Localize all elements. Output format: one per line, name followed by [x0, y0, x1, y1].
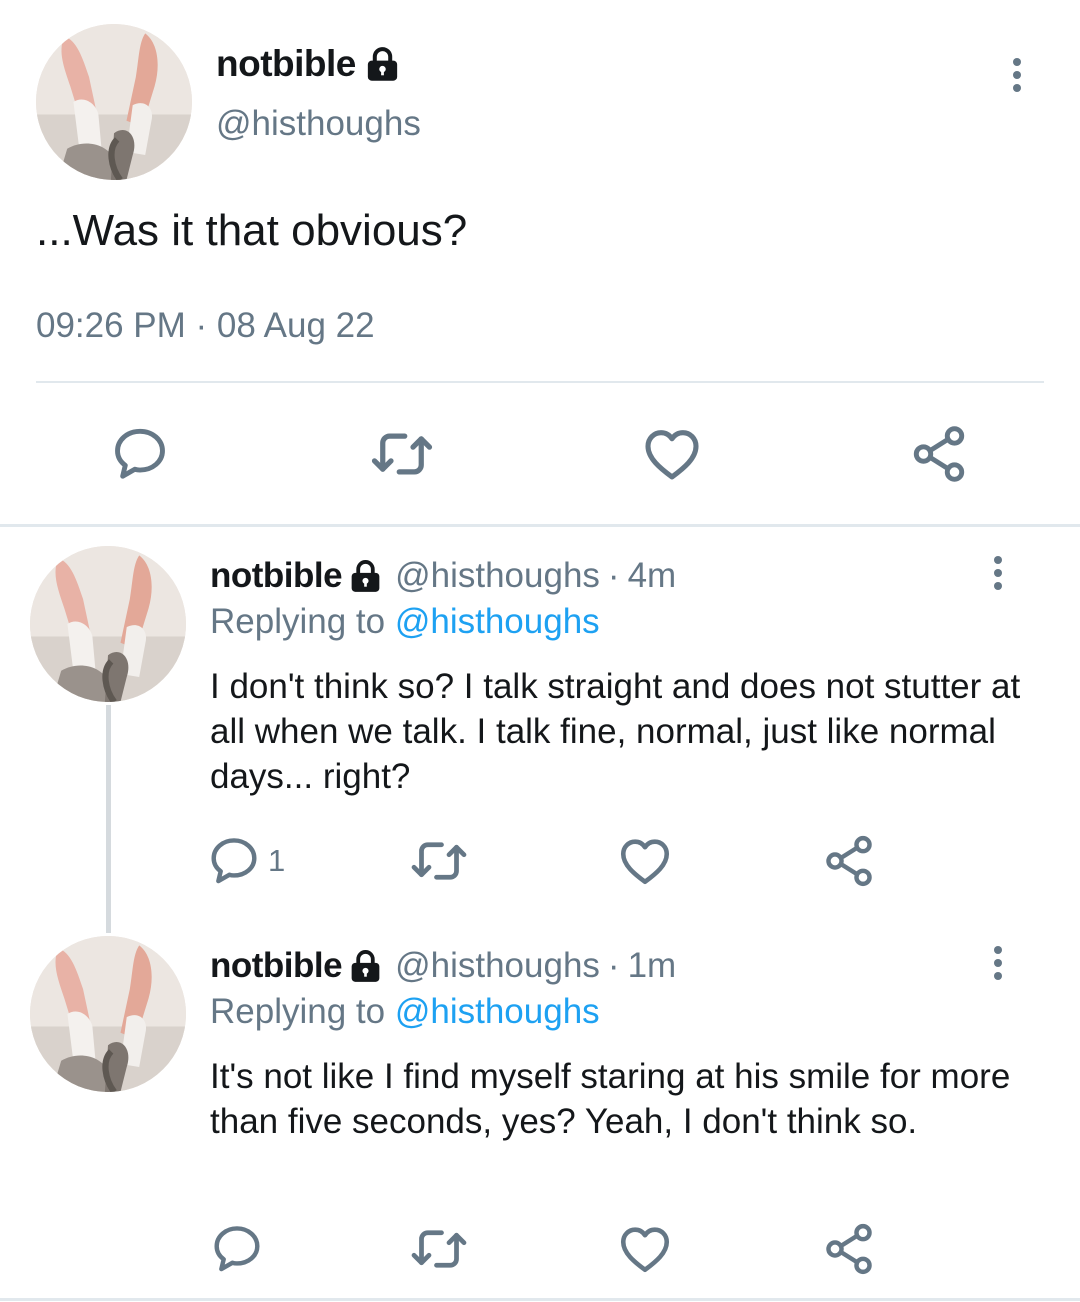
share-icon — [821, 833, 877, 889]
like-icon — [616, 832, 674, 890]
display-name[interactable]: notbible — [210, 556, 343, 596]
reply-age: 4m — [627, 556, 677, 595]
author-handle[interactable]: @histhoughs — [395, 556, 600, 596]
reply-icon — [206, 833, 262, 889]
section-divider — [0, 524, 1080, 527]
share-button[interactable] — [818, 830, 880, 892]
like-icon — [640, 422, 704, 486]
reply-header: notbible @histhoughs · 4m — [210, 553, 676, 599]
reply-button[interactable] — [206, 1218, 268, 1280]
reply-icon — [209, 1221, 265, 1277]
avatar-image — [36, 24, 192, 180]
more-options-icon[interactable] — [992, 946, 1004, 980]
replying-to: Replying to @histhoughs — [210, 602, 600, 642]
replying-to-handle[interactable]: @histhoughs — [395, 602, 600, 641]
display-name[interactable]: notbible — [216, 43, 356, 85]
thread-line — [106, 705, 111, 933]
like-button[interactable] — [614, 1218, 676, 1280]
replying-to-label: Replying to — [210, 992, 386, 1031]
like-button[interactable] — [614, 830, 676, 892]
author-name-row: notbible — [216, 42, 401, 86]
lock-icon — [364, 46, 401, 83]
separator: · — [607, 946, 620, 985]
reply-button[interactable] — [104, 418, 176, 490]
replying-to: Replying to @histhoughs — [210, 992, 600, 1032]
avatar-image — [30, 546, 186, 702]
retweet-button[interactable] — [366, 418, 438, 490]
reply-count: 1 — [268, 843, 286, 878]
replying-to-handle[interactable]: @histhoughs — [395, 992, 600, 1031]
reply-age: 1m — [627, 946, 677, 985]
share-icon — [821, 1221, 877, 1277]
tweet-text: ...Was it that obvious? — [36, 206, 468, 255]
avatar-image — [30, 936, 186, 1092]
avatar[interactable] — [36, 24, 192, 180]
author-handle[interactable]: @histhoughs — [395, 946, 600, 986]
replying-to-label: Replying to — [210, 602, 386, 641]
retweet-icon — [409, 831, 469, 891]
reply-button[interactable]: 1 — [206, 830, 285, 892]
tweet-timestamp: 09:26 PM · 08 Aug 22 — [36, 306, 375, 345]
avatar[interactable] — [30, 546, 186, 702]
more-options-icon[interactable] — [992, 556, 1004, 590]
bottom-divider — [0, 1298, 1080, 1301]
retweet-icon — [369, 421, 435, 487]
divider — [36, 381, 1044, 383]
display-name[interactable]: notbible — [210, 946, 343, 986]
like-icon — [616, 1220, 674, 1278]
reply-text: I don't think so? I talk straight and do… — [210, 667, 1021, 796]
retweet-button[interactable] — [408, 830, 470, 892]
author-handle[interactable]: @histhoughs — [216, 104, 421, 144]
share-button[interactable] — [903, 418, 975, 490]
reply-text: It's not like I find myself staring at h… — [210, 1057, 1011, 1141]
lock-icon — [348, 949, 383, 984]
more-options-icon[interactable] — [1011, 58, 1023, 92]
reply-icon — [109, 423, 171, 485]
reply-header: notbible @histhoughs · 1m — [210, 943, 676, 989]
like-button[interactable] — [636, 418, 708, 490]
share-icon — [908, 423, 970, 485]
retweet-button[interactable] — [408, 1218, 470, 1280]
share-button[interactable] — [818, 1218, 880, 1280]
separator: · — [607, 556, 620, 595]
lock-icon — [348, 559, 383, 594]
avatar[interactable] — [30, 936, 186, 1092]
retweet-icon — [409, 1219, 469, 1279]
